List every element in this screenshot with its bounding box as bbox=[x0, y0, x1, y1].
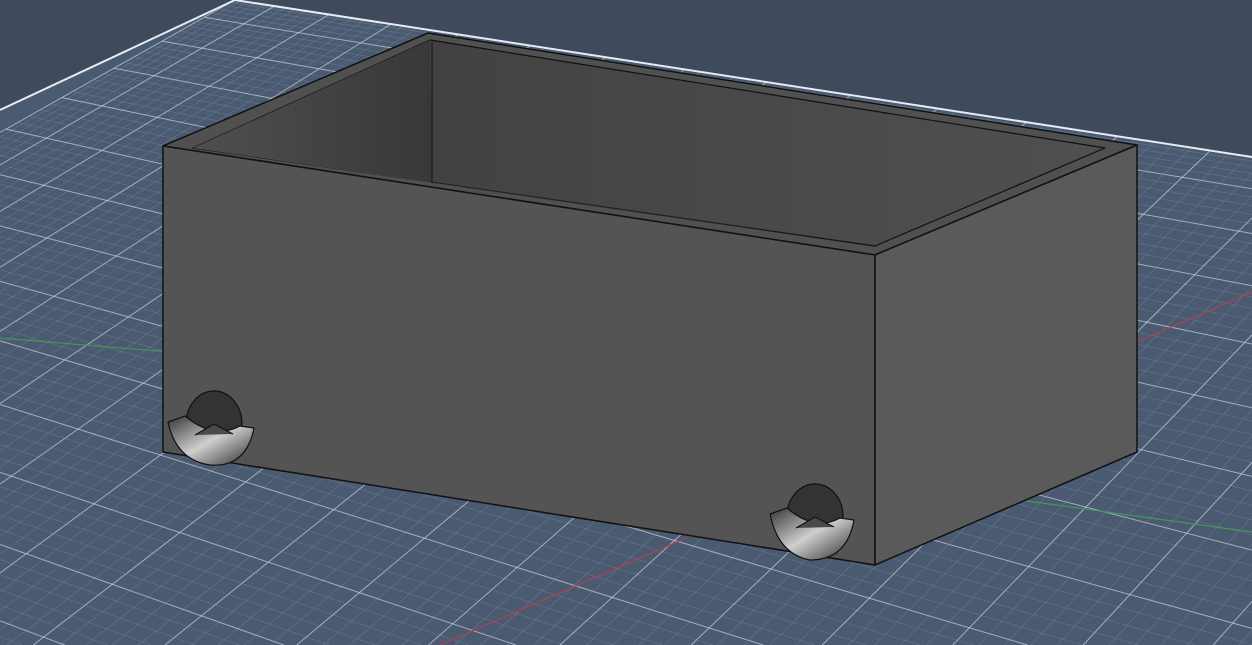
3d-viewport[interactable] bbox=[0, 0, 1252, 645]
